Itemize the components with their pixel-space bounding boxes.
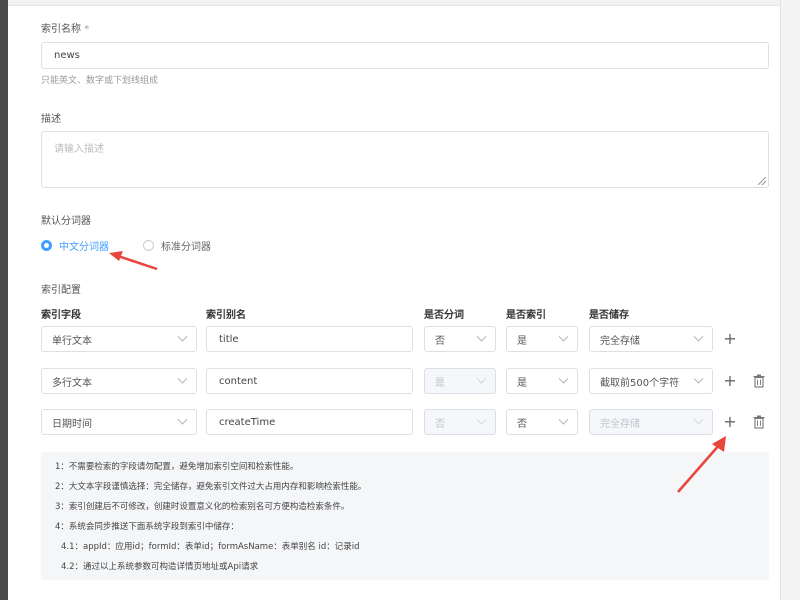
radio-chinese-analyzer[interactable]: 中文分词器	[41, 238, 109, 253]
delete-row-icon[interactable]	[753, 415, 765, 429]
add-row-icon[interactable]: +	[722, 331, 738, 347]
chevron-down-icon	[558, 414, 569, 425]
chevron-down-icon	[693, 331, 704, 342]
row1-tokenize-select[interactable]: 否	[424, 326, 496, 352]
chevron-down-icon	[476, 373, 487, 384]
chevron-down-icon	[476, 331, 487, 342]
row3-tokenize-select: 否	[424, 409, 496, 435]
radio-checked-icon	[41, 240, 52, 251]
top-panel-edge	[8, 0, 780, 6]
config-label: 索引配置	[41, 285, 81, 296]
row1-field-select[interactable]: 单行文本	[41, 326, 197, 352]
row2-tokenize-select: 是	[424, 368, 496, 394]
left-border	[0, 0, 8, 600]
chevron-down-icon	[177, 373, 188, 384]
row2-alias-input[interactable]: content	[206, 368, 413, 394]
chevron-down-icon	[177, 331, 188, 342]
col-field: 索引字段	[41, 310, 81, 321]
note-line: 1：不需要检索的字段请勿配置，避免增加索引空间和检索性能。	[55, 462, 299, 472]
row3-index-select[interactable]: 否	[506, 409, 578, 435]
notes-panel: 1：不需要检索的字段请勿配置，避免增加索引空间和检索性能。 2：大文本字段谨慎选…	[41, 452, 769, 580]
row1-index-select[interactable]: 是	[506, 326, 578, 352]
index-name-hint: 只能英文、数字或下划线组成	[41, 76, 159, 86]
description-textarea[interactable]: 请输入描述	[41, 131, 769, 188]
chevron-down-icon	[476, 414, 487, 425]
row3-field-select[interactable]: 日期时间	[41, 409, 197, 435]
col-tokenize: 是否分词	[424, 310, 464, 321]
row1-store-select[interactable]: 完全存储	[589, 326, 713, 352]
note-line: 4.1：appId：应用id；formId：表单id；formAsName：表单…	[61, 542, 360, 552]
row3-alias-input[interactable]: createTime	[206, 409, 413, 435]
note-line: 4.2：通过以上系统参数可构造详情页地址或Api请求	[61, 562, 259, 572]
chevron-down-icon	[693, 414, 704, 425]
col-index: 是否索引	[506, 310, 546, 321]
chevron-down-icon	[558, 373, 569, 384]
add-row-icon[interactable]: +	[722, 414, 738, 430]
row1-alias-input[interactable]: title	[206, 326, 413, 352]
row2-store-select[interactable]: 截取前500个字符	[589, 368, 713, 394]
chevron-down-icon	[177, 414, 188, 425]
analyzer-label: 默认分词器	[41, 216, 91, 227]
index-name-label: 索引名称 *	[41, 24, 90, 35]
red-arrow-icon	[677, 436, 726, 493]
row2-field-select[interactable]: 多行文本	[41, 368, 197, 394]
resize-grip-icon[interactable]	[758, 177, 766, 185]
note-line: 4：系统会同步推送下面系统字段到索引中储存：	[55, 522, 239, 532]
col-store: 是否储存	[589, 310, 629, 321]
chevron-down-icon	[558, 331, 569, 342]
row2-index-select[interactable]: 是	[506, 368, 578, 394]
note-line: 2：大文本字段谨慎选择：完全储存，避免索引文件过大占用内存和影响检索性能。	[55, 482, 367, 492]
col-alias: 索引别名	[206, 310, 246, 321]
add-row-icon[interactable]: +	[722, 373, 738, 389]
delete-row-icon[interactable]	[753, 374, 765, 388]
description-label: 描述	[41, 114, 61, 125]
note-line: 3：索引创建后不可修改，创建时设置意义化的检索别名可方便构造检索条件。	[55, 502, 350, 512]
right-scroll-edge	[780, 0, 800, 600]
chevron-down-icon	[693, 373, 704, 384]
red-arrow-icon	[109, 251, 158, 271]
index-name-input[interactable]: news	[41, 42, 769, 69]
